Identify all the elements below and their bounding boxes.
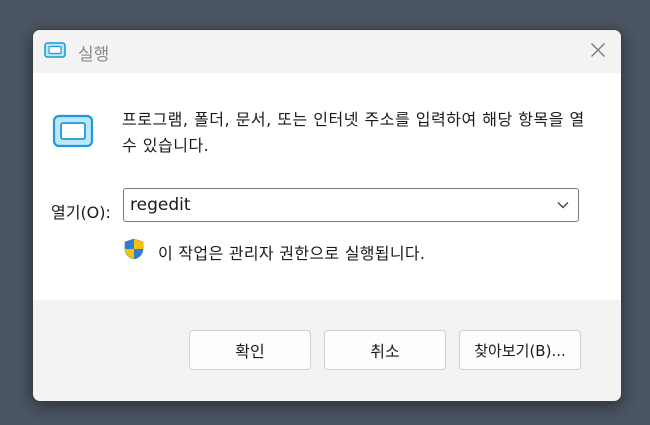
uac-shield-icon xyxy=(124,238,144,260)
cancel-button[interactable]: 취소 xyxy=(324,330,446,370)
title-bar[interactable]: 실행 xyxy=(33,30,621,73)
close-button[interactable] xyxy=(575,30,621,70)
open-input[interactable] xyxy=(130,189,550,221)
run-icon xyxy=(44,42,66,58)
description-text: 프로그램, 폴더, 문서, 또는 인터넷 주소를 입력하여 해당 항목을 열 수… xyxy=(122,110,585,155)
chevron-down-icon[interactable] xyxy=(554,197,572,213)
ok-button[interactable]: 확인 xyxy=(189,330,311,370)
browse-button[interactable]: 찾아보기(B)... xyxy=(459,330,581,370)
close-icon xyxy=(591,43,605,57)
open-combobox[interactable] xyxy=(123,188,579,222)
dialog-content: 프로그램, 폴더, 문서, 또는 인터넷 주소를 입력하여 해당 항목을 열 수… xyxy=(33,73,621,300)
admin-note: 이 작업은 관리자 권한으로 실행됩니다. xyxy=(158,244,426,263)
run-icon xyxy=(52,114,94,148)
run-dialog: 실행 프로그램, 폴더, 문서, 또는 인터넷 주소를 입력하여 해당 항목을 … xyxy=(32,29,622,402)
open-label: 열기(O): xyxy=(51,203,111,222)
window-title: 실행 xyxy=(78,45,110,65)
